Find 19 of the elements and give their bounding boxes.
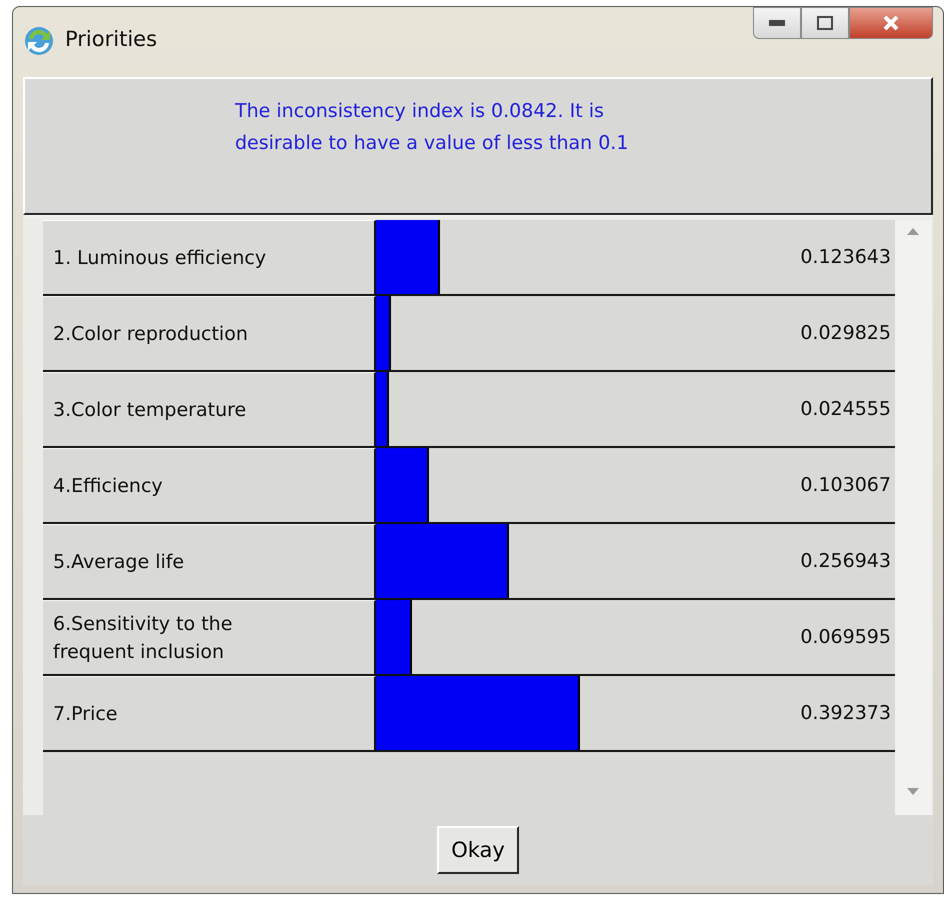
priority-value: 0.392373 — [800, 701, 891, 726]
refresh-icon — [23, 25, 55, 57]
priority-value: 0.069595 — [800, 625, 891, 650]
window-title: Priorities — [65, 26, 158, 51]
minimize-button[interactable] — [753, 7, 801, 39]
scroll-up-icon[interactable] — [907, 228, 919, 235]
priority-value: 0.256943 — [800, 549, 891, 574]
priority-value: 0.103067 — [800, 473, 891, 498]
maximize-button[interactable] — [801, 7, 849, 39]
priority-value: 0.024555 — [800, 397, 891, 422]
priority-value: 0.029825 — [800, 321, 891, 346]
okay-button[interactable]: Okay — [437, 826, 519, 874]
close-button[interactable] — [849, 7, 933, 39]
minimize-icon — [769, 20, 785, 26]
scroll-down-icon[interactable] — [907, 788, 919, 795]
priority-value: 0.123643 — [800, 245, 891, 270]
close-icon — [882, 15, 900, 31]
maximize-icon — [817, 16, 833, 30]
inconsistency-message: The inconsistency index is 0.0842. It is desirable to have a value of less than 0.1 — [235, 99, 630, 156]
